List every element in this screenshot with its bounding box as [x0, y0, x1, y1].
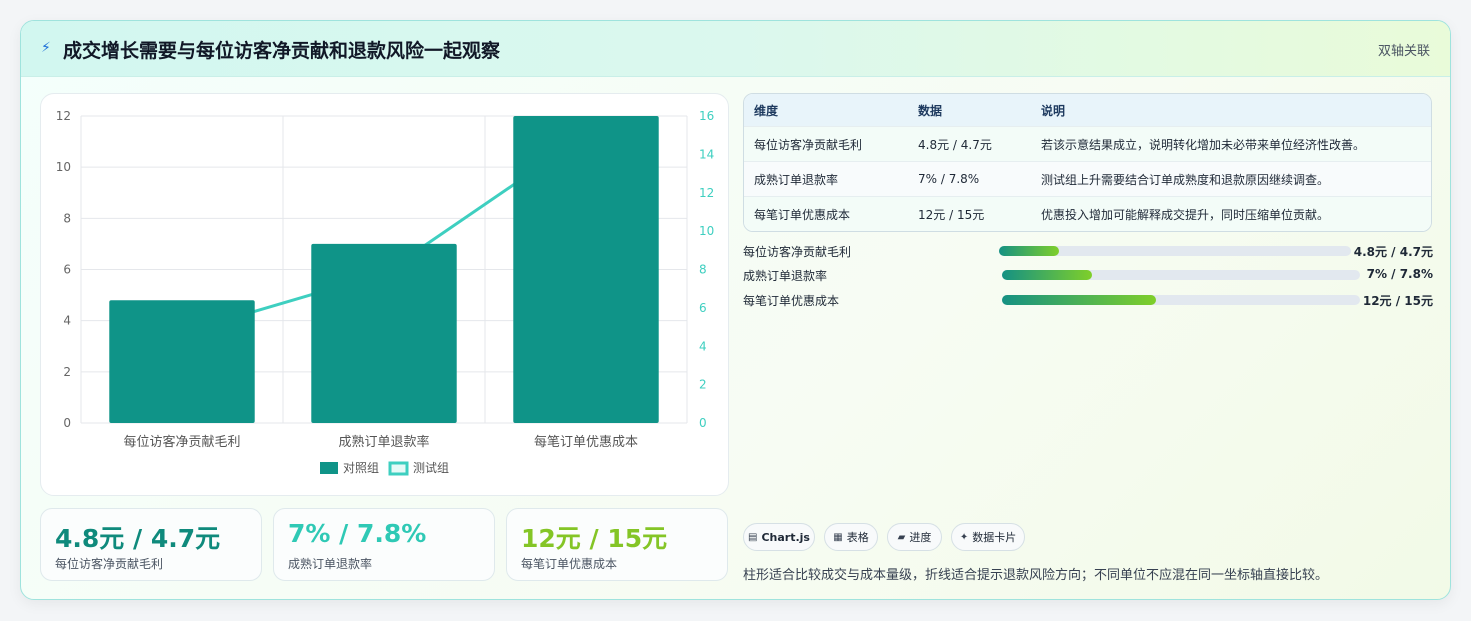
table-cell: 12元 / 15元 — [918, 208, 985, 222]
progress-label: 成熟订单退款率 — [743, 269, 828, 283]
table-cell: 7% / 7.8% — [918, 172, 980, 186]
chip-label: 表格 — [846, 531, 869, 544]
legend-swatch-line — [388, 461, 409, 476]
progress-label: 每笔订单优惠成本 — [743, 294, 840, 308]
progress-fill — [999, 246, 1059, 256]
kpi-card-refund: 7% / 7.8% 成熟订单退款率 — [273, 508, 495, 581]
y-right-tick-label: 10 — [699, 224, 714, 238]
y-left-tick-label: 10 — [56, 160, 71, 174]
y-right-tick-label: 14 — [699, 147, 714, 161]
kpi-card-margin: 4.8元 / 4.7元 每位访客净贡献毛利 — [40, 508, 262, 581]
y-left-tick-label: 6 — [63, 263, 71, 277]
header-tag: 双轴关联 — [1377, 44, 1430, 59]
progress-row-margin: 每位访客净贡献毛利 4.8元 / 4.7元 — [743, 242, 1433, 260]
kpi-label: 每笔订单优惠成本 — [521, 557, 618, 571]
card-icon: ✦ — [959, 531, 969, 543]
table-cell: 4.8元 / 4.7元 — [918, 137, 992, 152]
table-header-cell: 说明 — [1041, 103, 1066, 118]
progress-track — [1002, 270, 1360, 280]
data-table: 维度 数据 说明 每位访客净贡献毛利 4.8元 / 4.7元 若该示意结果成立，… — [743, 93, 1432, 232]
y-left-tick-label: 12 — [56, 109, 71, 123]
chip-progress[interactable]: ▰ 进度 — [887, 523, 942, 551]
table-cell: 优惠投入增加可能解释成交提升，同时压缩单位贡献。 — [1041, 208, 1330, 222]
table-row: 每笔订单优惠成本 12元 / 15元 优惠投入增加可能解释成交提升，同时压缩单位… — [744, 197, 1431, 231]
y-right-tick-label: 12 — [699, 186, 714, 200]
legend-swatch-bar — [320, 462, 338, 474]
progress-row-refund: 成熟订单退款率 7% / 7.8% — [743, 266, 1433, 284]
y-left-tick-label: 4 — [63, 314, 71, 328]
page-title: 成交增长需要与每位访客净贡献和退款风险一起观察 — [63, 40, 501, 62]
table-header-cell: 维度 — [754, 103, 779, 118]
bar — [311, 243, 457, 423]
y-right-tick-label: 4 — [699, 339, 707, 353]
y-right-tick-label: 2 — [699, 378, 707, 392]
chart-icon: ▤ — [748, 531, 758, 543]
y-right-tick-label: 6 — [699, 301, 707, 315]
y-right-tick-label: 0 — [699, 416, 707, 430]
table-cell: 成熟订单退款率 — [754, 172, 839, 187]
kpi-value: 7% / 7.8% — [288, 519, 427, 548]
footnote: 柱形适合比较成交与成本量级，折线适合提示退款风险方向；不同单位不应混在同一坐标轴… — [743, 568, 1329, 583]
bar — [513, 116, 659, 423]
progress-value: 12元 / 15元 — [1362, 294, 1433, 308]
y-left-tick-label: 8 — [63, 211, 71, 225]
table-cell: 测试组上升需要结合订单成熟度和退款原因继续调查。 — [1041, 172, 1330, 187]
chip-chartjs[interactable]: ▤ Chart.js — [743, 523, 815, 551]
table-icon: ▦ — [833, 531, 843, 543]
table-cell: 每笔订单优惠成本 — [754, 208, 851, 222]
x-tick-label: 成熟订单退款率 — [338, 434, 429, 450]
progress-value: 7% / 7.8% — [1366, 267, 1433, 281]
dual-axis-chart: 0 2 4 6 8 10 12 0 2 4 6 8 10 12 14 16 每位访客净贡献毛利 成熟订单退款率 每笔… — [56, 109, 714, 476]
chip-label: 进度 — [909, 531, 932, 544]
dashboard-card: ⚡ 成交增长需要与每位访客净贡献和退款风险一起观察 双轴关联 0 2 4 6 8 10 12… — [20, 20, 1451, 600]
x-tick-label: 每笔订单优惠成本 — [534, 434, 638, 450]
table-cell: 若该示意结果成立，说明转化增加未必带来单位经济性改善。 — [1041, 137, 1366, 152]
legend-label: 测试组 — [413, 460, 449, 475]
kpi-value: 12元 / 15元 — [521, 524, 668, 553]
bar — [109, 300, 255, 423]
table-row: 每位访客净贡献毛利 4.8元 / 4.7元 若该示意结果成立，说明转化增加未必带… — [744, 127, 1431, 162]
chip-table[interactable]: ▦ 表格 — [824, 523, 878, 551]
lightning-icon: ⚡ — [41, 40, 51, 56]
chip-label: 数据卡片 — [972, 531, 1017, 544]
progress-label: 每位访客净贡献毛利 — [743, 245, 852, 259]
progress-value: 4.8元 / 4.7元 — [1353, 245, 1433, 259]
progress-fill — [1002, 295, 1156, 305]
table-cell: 每位访客净贡献毛利 — [754, 137, 863, 152]
chip-label: Chart.js — [761, 530, 810, 544]
kpi-label: 每位访客净贡献毛利 — [55, 557, 164, 571]
kpi-card-discount: 12元 / 15元 每笔订单优惠成本 — [506, 508, 728, 581]
kpi-value: 4.8元 / 4.7元 — [55, 524, 221, 553]
y-left-tick-label: 0 — [63, 416, 71, 430]
kpi-label: 成熟订单退款率 — [288, 557, 373, 571]
progress-track — [999, 246, 1351, 256]
chip-data-card[interactable]: ✦ 数据卡片 — [951, 523, 1025, 551]
table-header-cell: 数据 — [918, 103, 943, 118]
y-right-tick-label: 8 — [699, 263, 707, 277]
legend-label: 对照组 — [343, 461, 379, 475]
progress-icon: ▰ — [897, 531, 906, 543]
progress-track — [1002, 295, 1360, 305]
table-row: 成熟订单退款率 7% / 7.8% 测试组上升需要结合订单成熟度和退款原因继续调… — [744, 162, 1431, 197]
table-header-row: 维度 数据 说明 — [744, 94, 1431, 127]
chart-panel: 0 2 4 6 8 10 12 0 2 4 6 8 10 12 14 16 每位访客净贡献毛利 成熟订单退款率 每笔… — [40, 93, 729, 496]
progress-fill — [1002, 270, 1092, 280]
y-right-tick-label: 16 — [699, 109, 714, 123]
progress-row-discount: 每笔订单优惠成本 12元 / 15元 — [743, 291, 1433, 309]
x-tick-label: 每位访客净贡献毛利 — [123, 434, 240, 450]
y-left-tick-label: 2 — [63, 365, 71, 379]
card-header: ⚡ 成交增长需要与每位访客净贡献和退款风险一起观察 双轴关联 — [21, 21, 1450, 77]
